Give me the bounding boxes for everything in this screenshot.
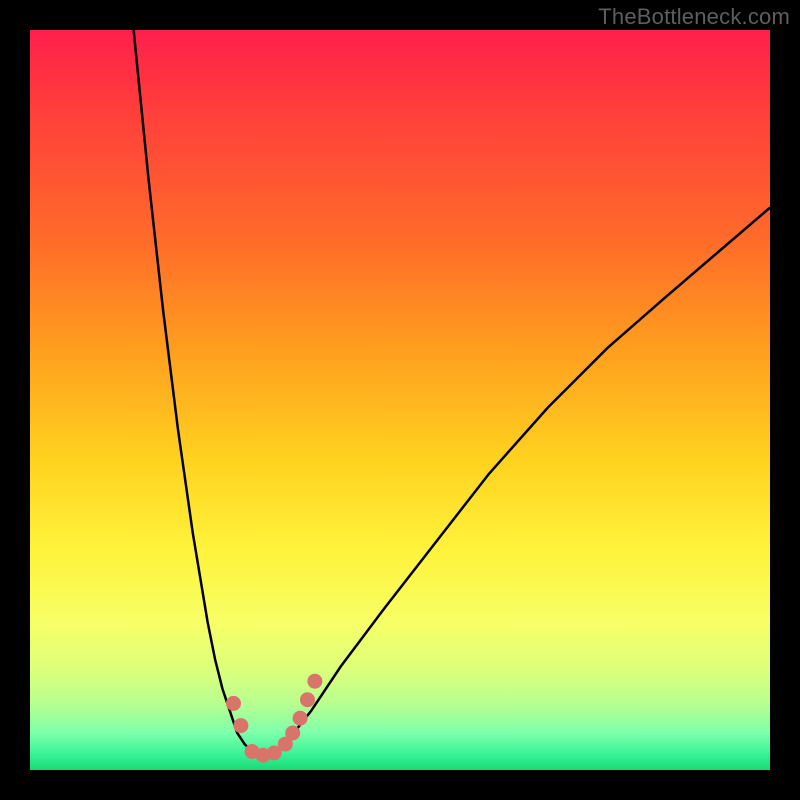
- data-marker: [308, 674, 322, 688]
- data-marker: [234, 719, 248, 733]
- data-marker: [227, 696, 241, 710]
- watermark-text: TheBottleneck.com: [598, 4, 790, 30]
- marker-group: [227, 674, 322, 762]
- data-marker: [293, 711, 307, 725]
- chart-frame: TheBottleneck.com: [0, 0, 800, 800]
- data-marker: [286, 726, 300, 740]
- bottleneck-curve: [134, 30, 770, 755]
- plot-area: [30, 30, 770, 770]
- curve-layer: [30, 30, 770, 770]
- data-marker: [301, 693, 315, 707]
